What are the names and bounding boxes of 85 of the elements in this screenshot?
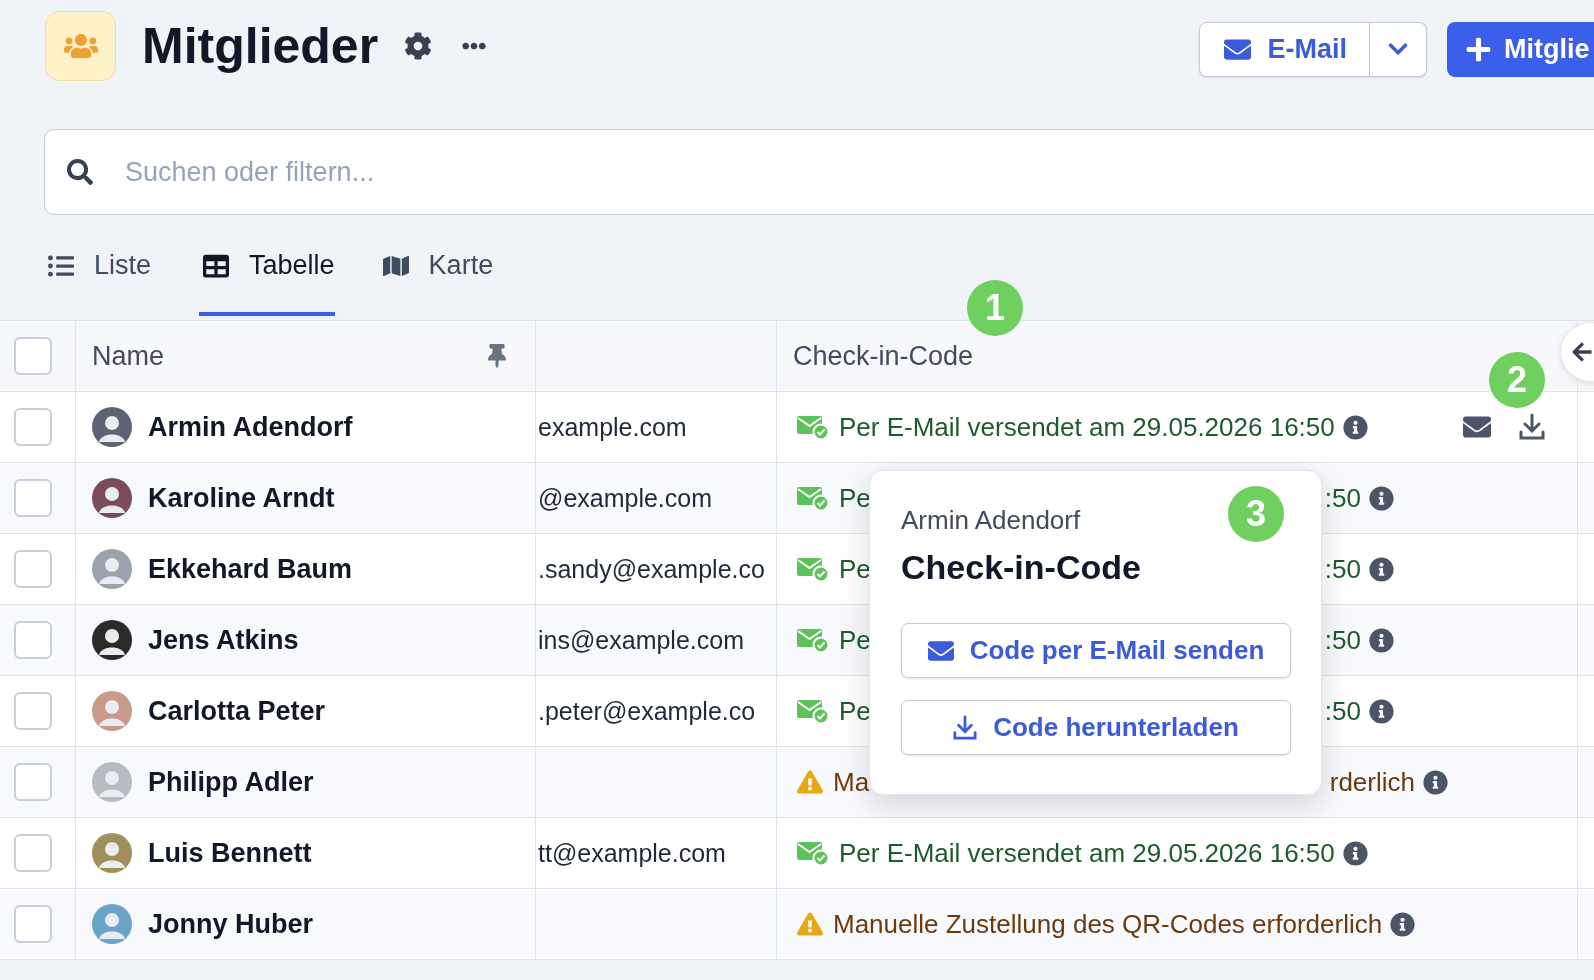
check-in-status: Ma bbox=[833, 766, 870, 798]
mail-check-icon bbox=[797, 698, 829, 724]
page-title: Mitglieder bbox=[142, 21, 379, 71]
add-member-button[interactable]: Mitglie bbox=[1447, 21, 1594, 77]
check-in-status: Pe bbox=[839, 482, 871, 514]
search-input[interactable]: Suchen oder filtern... bbox=[123, 155, 1594, 189]
row-checkbox[interactable] bbox=[14, 550, 52, 588]
column-header: Check-in-Code bbox=[793, 340, 974, 372]
check-in-status: :50 bbox=[1324, 624, 1361, 656]
row-checkbox[interactable] bbox=[14, 692, 52, 730]
row-checkbox[interactable] bbox=[14, 621, 52, 659]
check-in-status: :50 bbox=[1324, 695, 1361, 727]
list-icon bbox=[48, 252, 74, 279]
check-in-status: Per E-Mail versendet am 29.05.2026 16:50 bbox=[839, 837, 1335, 869]
member-name: Carlotta Peter bbox=[148, 695, 326, 727]
check-in-status: Pe bbox=[839, 553, 871, 585]
arrow-left-icon bbox=[1571, 341, 1593, 363]
email-dropdown-button[interactable] bbox=[1370, 21, 1427, 77]
send-code-email-button[interactable]: Code per E-Mail senden bbox=[901, 623, 1291, 678]
info-icon[interactable] bbox=[1369, 485, 1394, 511]
info-icon[interactable] bbox=[1369, 698, 1394, 724]
mail-check-icon bbox=[797, 627, 829, 653]
row-checkbox[interactable] bbox=[14, 408, 52, 446]
view-tab[interactable]: Tabelle bbox=[199, 215, 335, 316]
download-code-button[interactable]: Code herunterladen bbox=[901, 700, 1291, 755]
pin-icon[interactable] bbox=[485, 344, 509, 368]
mail-check-icon bbox=[797, 556, 829, 582]
check-in-status: Manuelle Zustellung des QR-Codes erforderlich bbox=[833, 908, 1383, 940]
email-address: .sandy@example.co bbox=[538, 554, 765, 584]
email-button[interactable]: E-Mail bbox=[1199, 21, 1370, 77]
select-all-checkbox[interactable] bbox=[14, 337, 52, 375]
members-app-icon bbox=[45, 11, 116, 81]
avatar bbox=[92, 691, 132, 731]
member-name: Jens Atkins bbox=[148, 624, 299, 656]
avatar bbox=[92, 762, 132, 802]
table-icon bbox=[203, 252, 230, 279]
check-in-status: rderlich bbox=[1329, 766, 1415, 798]
mail-check-icon bbox=[797, 840, 829, 866]
check-in-status: Per E-Mail versendet am 29.05.2026 16:50 bbox=[839, 411, 1335, 443]
info-icon[interactable] bbox=[1342, 840, 1368, 866]
info-icon[interactable] bbox=[1369, 627, 1394, 653]
check-in-status: Pe bbox=[839, 695, 871, 727]
email-address: .peter@example.co bbox=[538, 696, 756, 726]
email-address: @example.com bbox=[538, 483, 713, 513]
info-icon[interactable] bbox=[1423, 769, 1448, 795]
check-in-status: :50 bbox=[1324, 482, 1361, 514]
avatar bbox=[92, 478, 132, 518]
plus-icon bbox=[1465, 35, 1492, 63]
member-name: Luis Bennett bbox=[148, 837, 312, 869]
check-in-status: Pe bbox=[839, 624, 871, 656]
search-field[interactable]: Suchen oder filtern... bbox=[44, 129, 1594, 215]
member-name: Armin Adendorf bbox=[148, 411, 353, 443]
step-marker: 1 bbox=[967, 280, 1023, 336]
avatar bbox=[92, 549, 132, 589]
search-icon bbox=[67, 159, 93, 185]
avatar bbox=[92, 620, 132, 660]
warning-icon bbox=[797, 911, 823, 937]
column-header: Name bbox=[92, 340, 165, 372]
email-address: ins@example.com bbox=[538, 625, 744, 655]
popover-member-name: Armin Adendorf bbox=[901, 505, 1081, 536]
avatar bbox=[92, 904, 132, 944]
info-icon[interactable] bbox=[1369, 556, 1394, 582]
warning-icon bbox=[797, 769, 823, 795]
row-checkbox[interactable] bbox=[14, 905, 52, 943]
row-checkbox[interactable] bbox=[14, 763, 52, 801]
member-name: Karoline Arndt bbox=[148, 482, 335, 514]
download-icon bbox=[953, 714, 978, 741]
mail-check-icon bbox=[797, 414, 829, 440]
email-address: example.com bbox=[538, 412, 687, 442]
row-checkbox[interactable] bbox=[14, 479, 52, 517]
avatar bbox=[92, 407, 132, 447]
view-tab[interactable]: Karte bbox=[382, 215, 494, 316]
member-name: Philipp Adler bbox=[148, 766, 314, 798]
download-icon[interactable] bbox=[1519, 413, 1545, 441]
member-name: Ekkehard Baum bbox=[148, 553, 353, 585]
email-address: tt@example.com bbox=[538, 838, 726, 868]
member-name: Jonny Huber bbox=[148, 908, 314, 940]
info-icon[interactable] bbox=[1390, 911, 1416, 937]
row-checkbox[interactable] bbox=[14, 834, 52, 872]
mail-check-icon bbox=[797, 485, 829, 511]
avatar bbox=[92, 833, 132, 873]
check-in-status: :50 bbox=[1324, 553, 1361, 585]
view-tab[interactable]: Liste bbox=[48, 215, 152, 316]
info-icon[interactable] bbox=[1342, 414, 1368, 440]
popover-title: Check-in-Code bbox=[901, 548, 1141, 587]
